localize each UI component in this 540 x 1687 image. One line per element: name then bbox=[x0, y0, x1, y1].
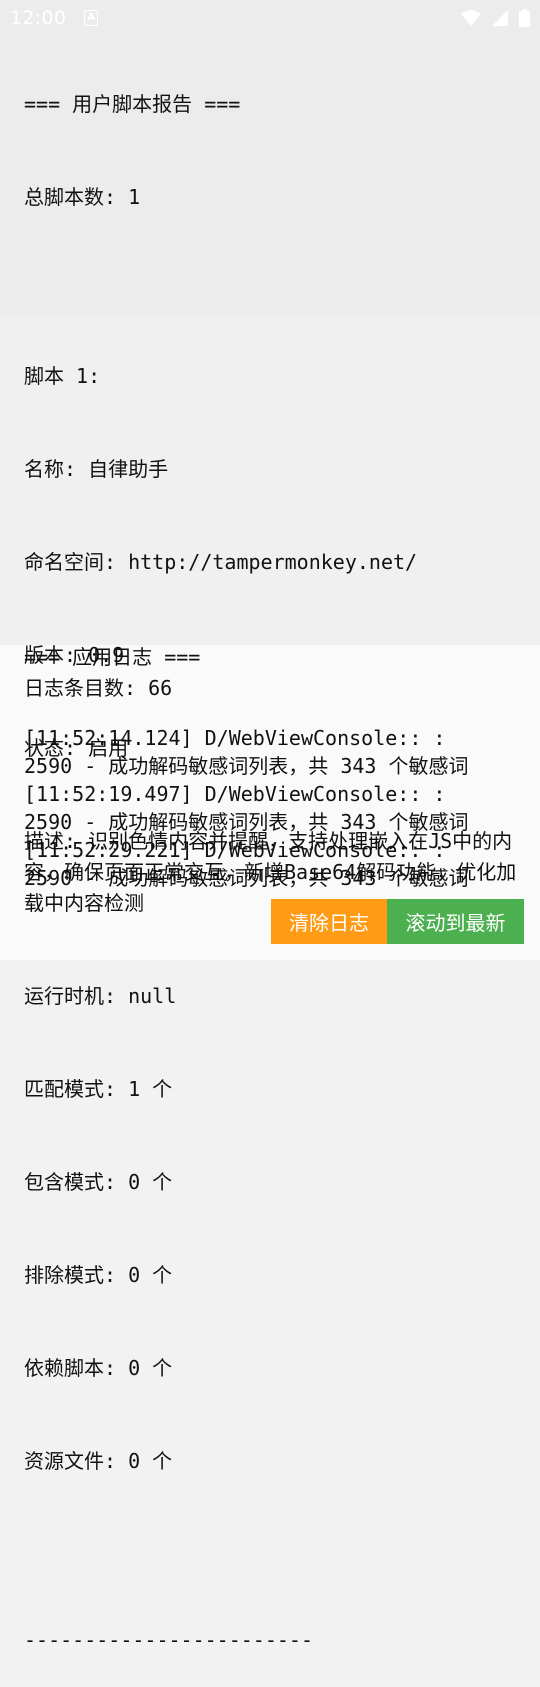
log-entry-header: [11:52:14.124] D/WebViewConsole:: : bbox=[24, 726, 446, 750]
script-title: 脚本 1: bbox=[24, 364, 101, 388]
log-entry-message: 2590 - 成功解码敏感词列表，共 343 个敏感词 bbox=[24, 754, 469, 778]
log-entry-header: [11:52:19.497] D/WebViewConsole:: : bbox=[24, 782, 446, 806]
script-match-count: 匹配模式: 1 个 bbox=[24, 1077, 173, 1101]
script-include-count: 包含模式: 0 个 bbox=[24, 1170, 173, 1194]
status-time: 12:00 bbox=[10, 7, 67, 29]
clear-log-button[interactable]: 清除日志 bbox=[271, 899, 387, 944]
notification-icon: A bbox=[84, 10, 99, 26]
report-separator: ------------------------ bbox=[24, 1628, 313, 1652]
status-bar: 12:00 A bbox=[0, 0, 540, 36]
log-count: 日志条目数: 66 bbox=[24, 676, 173, 700]
report-heading: === 用户脚本报告 === bbox=[24, 92, 241, 116]
wifi-icon bbox=[461, 10, 481, 26]
battery-icon bbox=[519, 9, 530, 27]
scroll-to-latest-button[interactable]: 滚动到最新 bbox=[387, 899, 524, 944]
script-require-count: 依赖脚本: 0 个 bbox=[24, 1356, 173, 1380]
log-entry-message: 2590 - 成功解码敏感词列表，共 343 个敏感词 bbox=[24, 810, 469, 834]
script-run-at: 运行时机: null bbox=[24, 984, 177, 1008]
log-entry: [11:52:29.221] D/WebViewConsole:: : 2590… bbox=[24, 836, 534, 892]
script-name: 名称: 自律助手 bbox=[24, 457, 169, 481]
total-scripts: 总脚本数: 1 bbox=[24, 185, 141, 209]
log-entry-header: [11:52:29.221] D/WebViewConsole:: : bbox=[24, 838, 446, 862]
log-entry: [11:52:14.124] D/WebViewConsole:: : 2590… bbox=[24, 724, 534, 780]
log-entry: [11:52:19.497] D/WebViewConsole:: : 2590… bbox=[24, 780, 534, 836]
log-heading: === 应用日志 === bbox=[24, 645, 201, 669]
script-resource-count: 资源文件: 0 个 bbox=[24, 1449, 173, 1473]
script-namespace: 命名空间: http://tampermonkey.net/ bbox=[24, 550, 418, 574]
app-log: === 应用日志 === 日志条目数: 66 [11:52:14.124] D/… bbox=[24, 642, 534, 892]
log-entry-message: 2590 - 成功解码敏感词列表，共 343 个敏感词 bbox=[24, 866, 469, 890]
signal-icon bbox=[492, 10, 508, 26]
script-exclude-count: 排除模式: 0 个 bbox=[24, 1263, 173, 1287]
